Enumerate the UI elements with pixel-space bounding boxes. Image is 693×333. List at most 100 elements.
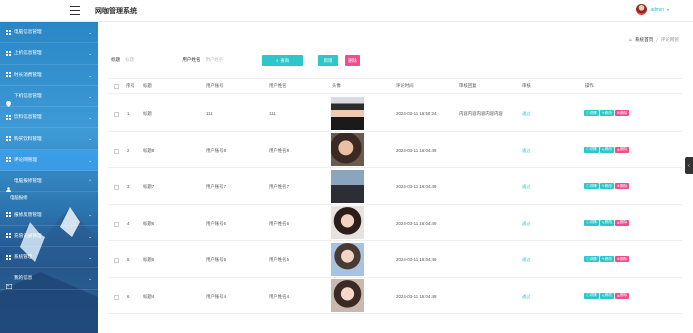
sidebar-item-label: 系统管理: [14, 254, 33, 260]
avatar[interactable]: [636, 4, 648, 15]
table-row: 6 标题4 用户账号4 用户姓名4 2024-03-11 16:04:49 通过 ⓘ 详情 ✎…: [108, 278, 682, 314]
sidebar-item[interactable]: 充值记录管理 ⌄: [0, 226, 98, 247]
detail-button[interactable]: ⓘ 详情: [584, 146, 599, 153]
data-table: 序号 标题 用户账号 用户姓名 头像 评论时间 审核回复 审核 操作 1 标题 11…: [108, 78, 682, 333]
breadcrumb-separator: /: [656, 37, 658, 43]
user-name[interactable]: admin: [650, 7, 664, 13]
sidebar-item[interactable]: 系统管理 ⌄: [0, 247, 98, 269]
grid-icon: [6, 254, 11, 260]
edit-button[interactable]: ✎ 修改: [599, 256, 614, 262]
sidebar-item[interactable]: 电脑信息管理 ⌄: [0, 22, 98, 44]
delete-row-button[interactable]: ⊗ 删除: [614, 146, 630, 153]
detail-button[interactable]: ⓘ 详情: [584, 256, 599, 262]
edit-button-label: 修改: [604, 183, 612, 188]
edit-button[interactable]: ✎ 修改: [599, 292, 614, 299]
user-menu[interactable]: admin ▾: [636, 4, 669, 15]
delete-row-button[interactable]: ⊗ 删除: [614, 256, 630, 262]
add-button[interactable]: 新增: [318, 55, 338, 66]
grid-icon: [6, 114, 11, 120]
side-panel-toggle[interactable]: ‹: [685, 157, 693, 174]
cell-title: 标题8: [143, 147, 155, 153]
search-button[interactable]: ⌕ 查询: [262, 55, 303, 66]
row-checkbox[interactable]: [114, 185, 119, 190]
sidebar-item[interactable]: 饮料信息管理 ⌄: [0, 107, 98, 129]
row-actions: ⓘ 详情 ✎ 修改 ⊗ 删除: [584, 219, 630, 226]
card-icon: [6, 276, 12, 289]
detail-button[interactable]: ⓘ 详情: [584, 292, 599, 299]
cell-account: 用户账号6: [206, 220, 227, 226]
sidebar-item[interactable]: 报修反馈管理 ⌄: [0, 204, 98, 226]
cell-name: 111: [269, 111, 276, 116]
cell-index: 4: [127, 220, 130, 226]
delete-row-button[interactable]: ⊗ 删除: [614, 183, 630, 189]
select-all-checkbox[interactable]: [114, 84, 119, 89]
row-checkbox[interactable]: [114, 294, 119, 300]
delete-button[interactable]: 删除: [345, 55, 360, 66]
edit-button-label: 修改: [604, 110, 612, 115]
th-avatar: 头像: [332, 83, 341, 88]
detail-button[interactable]: ⓘ 详情: [584, 219, 599, 226]
sidebar-item-label: 饮料信息管理: [14, 114, 42, 120]
title-input[interactable]: 标题: [122, 55, 162, 64]
detail-button[interactable]: ⓘ 详情: [584, 110, 599, 116]
chevron-icon: ⌄: [88, 157, 92, 163]
row-actions: ⓘ 详情 ✎ 修改 ⊗ 删除: [584, 110, 630, 116]
edit-button[interactable]: ✎ 修改: [599, 110, 614, 116]
cell-name: 用户姓名5: [269, 257, 290, 262]
home-icon[interactable]: ⌂: [629, 37, 632, 43]
row-checkbox[interactable]: [114, 221, 119, 227]
app-root: 网咖管理系统 admin ▾ 电脑信息管理 ⌄ 上机信息管理 ⌄ 时长消费管理 ⌄ 下机信息…: [0, 0, 693, 333]
cell-index: 6: [127, 293, 130, 299]
sidebar-item-label: 时长消费管理: [14, 71, 42, 77]
avatar-image: [331, 133, 364, 166]
cell-reply: 内容内容内容内容内容: [459, 111, 503, 116]
sidebar-item-label: 电脑信息管理: [14, 29, 42, 35]
sidebar-item[interactable]: 电脑报修管理 ⌃: [0, 171, 98, 193]
sidebar-item[interactable]: 上机信息管理 ⌄: [0, 43, 98, 65]
row-checkbox[interactable]: [114, 112, 119, 117]
sidebar-item-label: 我的信息: [14, 275, 33, 281]
th-name: 用户姓名: [269, 83, 287, 88]
delete-row-button[interactable]: ⊗ 删除: [614, 219, 630, 226]
avatar-image: [331, 96, 364, 130]
edit-button[interactable]: ✎ 修改: [599, 183, 614, 189]
avatar-image: [331, 242, 364, 276]
sidebar-item[interactable]: 下机信息管理 ⌄: [0, 86, 98, 108]
detail-button-label: 详情: [589, 256, 597, 261]
user-icon: [6, 179, 11, 192]
chevron-down-icon[interactable]: ▾: [667, 7, 669, 12]
avatar-image: [331, 206, 364, 239]
sidebar-item-label: 报修反馈管理: [14, 211, 42, 217]
grid-icon: [6, 233, 11, 239]
status-badge: 通过: [522, 184, 531, 189]
table-row: 1 标题 111 111 2024-03-11 16:50:24 内容内容内容内容内容 通过…: [108, 95, 682, 132]
status-badge: 通过: [522, 147, 531, 153]
cell-title: 标题7: [143, 184, 155, 189]
delete-row-button[interactable]: ⊗ 删除: [614, 110, 630, 116]
row-actions: ⓘ 详情 ✎ 修改 ⊗ 删除: [584, 292, 630, 299]
edit-button-label: 修改: [604, 293, 612, 297]
row-checkbox[interactable]: [114, 258, 119, 263]
chevron-icon: ⌄: [88, 136, 92, 142]
row-checkbox[interactable]: [114, 148, 119, 154]
detail-button[interactable]: ⓘ 详情: [584, 183, 599, 189]
cell-time: 2024-03-11 16:04:49: [396, 293, 437, 299]
sidebar-item[interactable]: 我的信息 ⌄: [0, 268, 98, 290]
th-account: 用户账号: [206, 83, 224, 88]
delete-row-button-label: 删除: [620, 110, 628, 115]
th-time: 评论时间: [396, 83, 414, 88]
delete-row-button[interactable]: ⊗ 删除: [614, 292, 630, 299]
grid-icon: [6, 212, 11, 218]
edit-button[interactable]: ✎ 修改: [599, 219, 614, 226]
edit-button[interactable]: ✎ 修改: [599, 146, 614, 153]
edit-button-label: 修改: [604, 147, 612, 151]
breadcrumb-home[interactable]: 系统首页: [635, 37, 653, 43]
sidebar-subitem[interactable]: 电脑报修: [0, 192, 98, 204]
map-pin-icon: [6, 94, 11, 107]
sidebar-item[interactable]: 时长消费管理 ⌄: [0, 65, 98, 86]
account-input[interactable]: 用户姓名: [203, 55, 243, 64]
menu-toggle-icon[interactable]: [70, 6, 80, 15]
sidebar-item[interactable]: 购买饮料管理 ⌄: [0, 128, 98, 150]
sidebar-item[interactable]: 评论网管理 ⌄: [0, 149, 98, 172]
sidebar-item-label: 电脑报修管理: [14, 178, 42, 184]
